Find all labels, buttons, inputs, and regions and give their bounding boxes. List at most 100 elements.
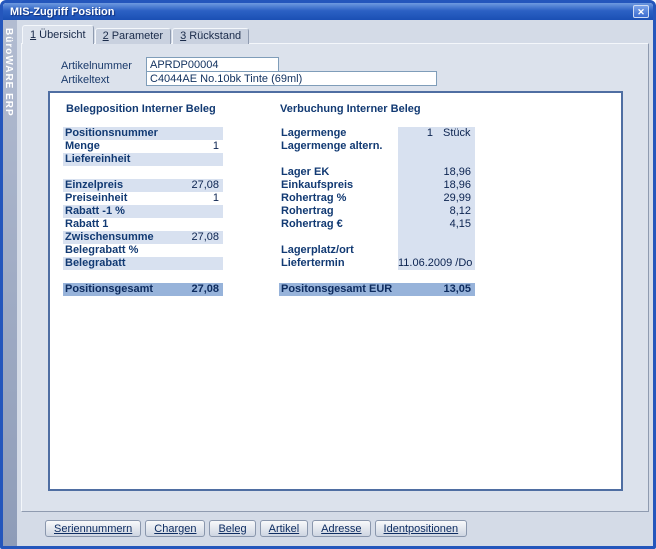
row-value — [169, 244, 223, 257]
row-value — [398, 244, 475, 257]
tab-label: Parameter — [112, 30, 163, 42]
identpositionen-button[interactable]: Identpositionen — [375, 520, 468, 537]
right-section-title: Verbuchung Interner Beleg — [280, 103, 421, 115]
row-label: Rabatt -1 % — [63, 205, 169, 218]
row-value — [169, 153, 223, 166]
brand-strip: BüroWARE ERP — [3, 20, 17, 546]
adresse-button[interactable]: Adresse — [312, 520, 370, 537]
panel-row: Einkaufspreis18,96 — [279, 179, 475, 192]
row-label: Positionsnummer — [63, 127, 169, 140]
row-value: 1 — [169, 140, 223, 153]
panel-row: Lagermenge1Stück — [279, 127, 475, 140]
tab-uebersicht[interactable]: 1Übersicht — [22, 25, 94, 44]
panel-row: Rohertrag8,12 — [279, 205, 475, 218]
row-value-cell: 8,12 — [398, 205, 475, 218]
tab-label: Rückstand — [189, 30, 241, 42]
row-label: Rabatt 1 — [63, 218, 169, 231]
row-value: 13,05 — [398, 283, 475, 296]
panel-row: Belegrabatt — [63, 257, 223, 270]
artikelnummer-input[interactable] — [146, 57, 279, 72]
panel-row: Rabatt -1 % — [63, 205, 223, 218]
row-value-cell: 18,96 — [398, 166, 475, 179]
row-label: Rohertrag — [279, 205, 398, 218]
row-value: 4,15 — [398, 218, 475, 231]
artikeltext-label: Artikeltext — [61, 74, 109, 86]
row-label: Lagerplatz/ort — [279, 244, 398, 257]
row-value-cell: 27,08 — [169, 283, 223, 296]
row-value-cell — [169, 205, 223, 218]
app-window: MIS-Zugriff Position ✕ BüroWARE ERP 1Übe… — [0, 0, 656, 549]
panel-row: Rabatt 1 — [63, 218, 223, 231]
row-value-cell: 27,08 — [169, 179, 223, 192]
row-value-cell — [398, 153, 475, 166]
row-value: 27,08 — [169, 231, 223, 244]
panel-row: Liefereinheit — [63, 153, 223, 166]
row-label: Liefertermin — [279, 257, 398, 270]
row-value: 1 — [398, 127, 437, 140]
row-label — [279, 153, 398, 166]
row-value: 27,08 — [169, 179, 223, 192]
row-value — [169, 218, 223, 231]
row-value: 29,99 — [398, 192, 475, 205]
row-value: 1 — [169, 192, 223, 205]
panel-row: Zwischensumme27,08 — [63, 231, 223, 244]
window-titlebar: MIS-Zugriff Position ✕ — [3, 3, 653, 20]
row-value-cell — [169, 257, 223, 270]
row-label: Einzelpreis — [63, 179, 169, 192]
row-value — [169, 127, 223, 140]
row-value — [398, 231, 475, 244]
row-label: Rohertrag % — [279, 192, 398, 205]
row-value-cell: 27,08 — [169, 231, 223, 244]
row-value-cell — [169, 244, 223, 257]
close-icon: ✕ — [637, 7, 645, 17]
belegposition-rows: PositionsnummerMenge1LiefereinheitEinzel… — [63, 127, 223, 296]
panel-row — [63, 166, 223, 179]
row-value — [169, 166, 223, 179]
row-label — [63, 166, 169, 179]
row-label: Preiseinheit — [63, 192, 169, 205]
row-label: Rohertrag € — [279, 218, 398, 231]
tab-rueckstand[interactable]: 3Rückstand — [172, 28, 249, 44]
row-value-cell: 1 — [169, 192, 223, 205]
panel-row: Positionsgesamt27,08 — [63, 283, 223, 296]
panel-row — [279, 270, 475, 283]
panel-row — [279, 231, 475, 244]
tab-parameter[interactable]: 2Parameter — [95, 28, 171, 44]
row-label: Lagermenge — [279, 127, 398, 140]
panel-row: Rohertrag %29,99 — [279, 192, 475, 205]
seriennummern-button[interactable]: Seriennummern — [45, 520, 141, 537]
verbuchung-rows: Lagermenge1StückLagermenge altern.Lager … — [279, 127, 475, 296]
row-value: 8,12 — [398, 205, 475, 218]
row-label — [279, 231, 398, 244]
row-label: Zwischensumme — [63, 231, 169, 244]
tab-page-uebersicht: Artikelnummer Artikeltext Belegposition … — [21, 43, 649, 512]
close-button[interactable]: ✕ — [633, 5, 649, 18]
row-label — [279, 270, 398, 283]
row-value-cell: 18,96 — [398, 179, 475, 192]
row-value: 18,96 — [398, 179, 475, 192]
row-value: 18,96 — [398, 166, 475, 179]
artikel-button[interactable]: Artikel — [260, 520, 309, 537]
left-section-title: Belegposition Interner Beleg — [66, 103, 216, 115]
panel-row: Lagermenge altern. — [279, 140, 475, 153]
position-detail-panel: Belegposition Interner Beleg Verbuchung … — [48, 91, 623, 491]
row-value — [169, 257, 223, 270]
row-value-cell: 29,99 — [398, 192, 475, 205]
row-label: Belegrabatt % — [63, 244, 169, 257]
chargen-button[interactable]: Chargen — [145, 520, 205, 537]
row-value-cell — [169, 153, 223, 166]
row-value — [398, 153, 475, 166]
tab-accel-key: 1 — [30, 29, 36, 41]
panel-row: Belegrabatt % — [63, 244, 223, 257]
beleg-button[interactable]: Beleg — [209, 520, 255, 537]
artikelnummer-label: Artikelnummer — [61, 60, 132, 72]
tab-accel-key: 2 — [103, 30, 109, 42]
panel-row: Positionsnummer — [63, 127, 223, 140]
row-value-cell — [169, 218, 223, 231]
artikeltext-input[interactable] — [146, 71, 437, 86]
row-value-cell — [398, 244, 475, 257]
row-value — [169, 270, 223, 283]
row-value: 11.06.2009 /Do — [398, 257, 476, 270]
panel-row — [63, 270, 223, 283]
panel-row: Positonsgesamt EUR13,05 — [279, 283, 475, 296]
